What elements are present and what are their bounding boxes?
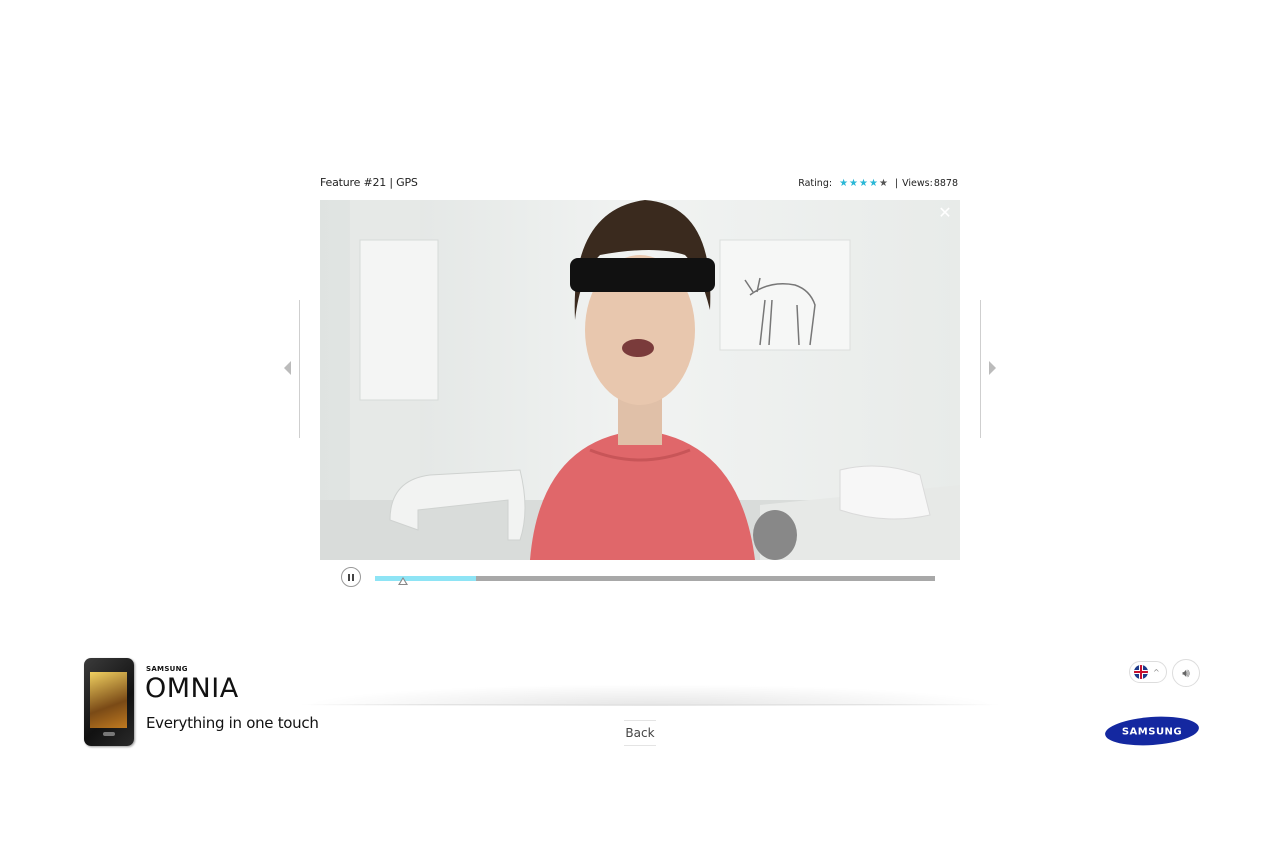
samsung-logo[interactable]: SAMSUNG	[1104, 715, 1200, 747]
star-icon[interactable]: ★	[869, 178, 878, 189]
right-divider	[980, 300, 981, 438]
star-icon[interactable]: ★	[859, 178, 868, 189]
star-icon[interactable]: ★	[879, 178, 888, 189]
star-icon[interactable]: ★	[839, 178, 848, 189]
rating-stars[interactable]: ★ ★ ★ ★ ★	[839, 178, 888, 189]
language-selector[interactable]: ^	[1129, 661, 1167, 683]
feature-title: Feature #21 | GPS	[320, 176, 418, 189]
progress-track[interactable]	[375, 576, 935, 581]
pause-button[interactable]	[341, 567, 361, 587]
pause-icon	[348, 573, 350, 581]
video-frame[interactable]	[320, 200, 960, 560]
star-icon[interactable]: ★	[849, 178, 858, 189]
footer-divider	[300, 704, 1000, 705]
stats-bar: Rating: ★ ★ ★ ★ ★ | Views: 8878	[798, 178, 958, 189]
views-label: Views:	[902, 178, 933, 189]
phone-image	[84, 658, 134, 746]
brand-maker: SAMSUNG	[146, 665, 188, 673]
playhead-handle[interactable]	[398, 577, 408, 585]
rating-label: Rating:	[798, 178, 833, 189]
previous-arrow-icon[interactable]	[284, 361, 291, 375]
views-value: 8878	[933, 178, 958, 189]
brand-tagline: Everything in one touch	[146, 714, 319, 732]
speaker-icon: 🔊︎	[1182, 665, 1190, 680]
sound-button[interactable]: 🔊︎	[1172, 659, 1200, 687]
footer-shadow	[300, 684, 1000, 706]
close-icon[interactable]: ✕	[938, 205, 952, 221]
left-divider	[299, 300, 300, 438]
brand-product: OMNIA	[145, 673, 239, 704]
chevron-up-icon: ^	[1153, 667, 1160, 677]
samsung-logo-text: SAMSUNG	[1122, 727, 1182, 738]
back-button[interactable]: Back	[624, 720, 656, 746]
next-arrow-icon[interactable]	[989, 361, 996, 375]
video-scene	[320, 200, 960, 560]
uk-flag-icon	[1134, 665, 1148, 679]
progress-fill	[375, 576, 476, 581]
stats-separator: |	[894, 178, 899, 189]
